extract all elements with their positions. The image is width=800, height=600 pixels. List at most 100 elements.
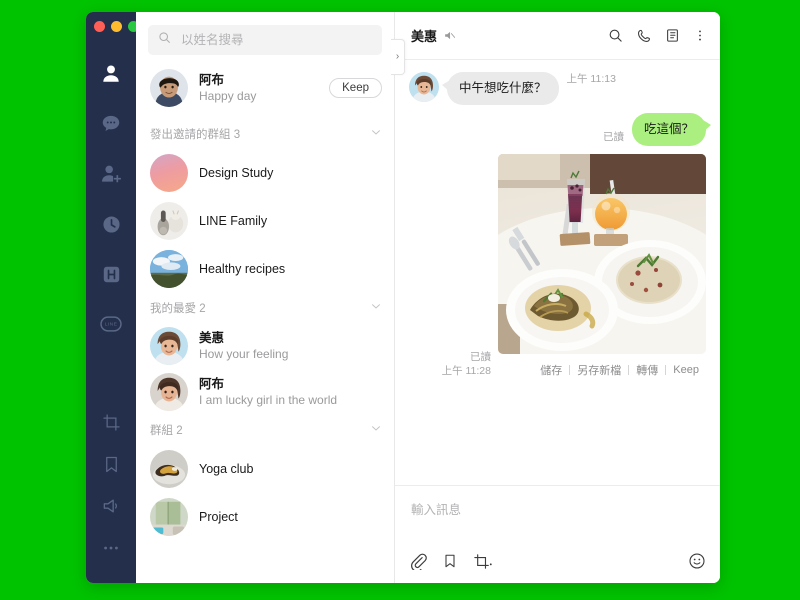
sidebar-item-friends[interactable] xyxy=(86,49,136,99)
vertical-dots-icon[interactable] xyxy=(693,28,707,43)
phone-icon[interactable] xyxy=(636,28,652,44)
list-item-status: I am lucky girl in the world xyxy=(199,392,338,407)
list-item-label: 阿布 xyxy=(199,376,225,391)
search-input[interactable] xyxy=(179,32,372,48)
chevron-down-icon xyxy=(370,421,382,439)
message-timestamp: 上午 11:13 xyxy=(567,72,616,88)
avatar[interactable] xyxy=(409,72,439,102)
sidebar-item-screenshot[interactable] xyxy=(86,401,136,443)
chat-panel: 美惠 中午想吃什麼？ 上午 11:13 已讀 吃這個？ 已讀 上午 11:28 … xyxy=(395,12,720,583)
message-row-outgoing: 已讀 吃這個？ xyxy=(409,112,712,146)
read-receipt-text: 已讀 xyxy=(470,350,491,363)
list-item-label: Healthy recipes xyxy=(199,262,286,276)
chat-search-icon[interactable] xyxy=(608,28,623,43)
timestamp-text: 上午 11:28 xyxy=(441,364,491,377)
keep-button[interactable]: Keep xyxy=(329,78,382,98)
message-input[interactable] xyxy=(409,486,706,552)
message-row-incoming: 中午想吃什麼？ 上午 11:13 xyxy=(409,72,706,105)
list-item-text: 阿布 I am lucky girl in the world xyxy=(199,376,337,409)
sidebar-item-line-service[interactable]: LINE xyxy=(86,299,136,349)
message-bubble: 中午想吃什麼？ xyxy=(442,72,559,105)
section-title: 發出邀請的群組 3 xyxy=(150,129,241,141)
friends-scroll-area[interactable]: 阿布 Happy day Keep 發出邀請的群組 3 Design Study… xyxy=(136,64,394,583)
list-item[interactable]: Project xyxy=(136,493,394,541)
sidebar-item-add-friend[interactable] xyxy=(86,149,136,199)
h-square-icon xyxy=(101,264,122,285)
image-action-forward[interactable]: 轉傳 xyxy=(629,362,665,378)
chevron-down-icon xyxy=(370,125,382,143)
chat-title: 美惠 xyxy=(411,29,438,44)
nav-rail: LINE xyxy=(86,12,139,583)
sidebar-item-more[interactable] xyxy=(86,527,136,569)
add-friend-icon xyxy=(100,163,122,185)
mute-speaker-icon xyxy=(443,29,456,42)
sidebar-item-line-today[interactable] xyxy=(86,249,136,299)
image-action-save-as[interactable]: 另存新檔 xyxy=(570,362,628,378)
clock-icon xyxy=(101,214,122,235)
image-action-keep[interactable]: Keep xyxy=(666,364,706,376)
image-message-column: 儲存 另存新檔 轉傳 Keep xyxy=(498,153,706,378)
svg-text:LINE: LINE xyxy=(105,321,118,327)
close-window-button[interactable] xyxy=(94,21,105,32)
list-item-text: 美惠 How your feeling xyxy=(199,330,288,363)
note-icon[interactable] xyxy=(665,28,680,43)
crop-icon xyxy=(102,413,121,432)
image-message-meta: 已讀 上午 11:28 xyxy=(442,350,491,378)
profile-name: 阿布 xyxy=(199,72,225,87)
avatar xyxy=(150,202,188,240)
sidebar-item-keep[interactable] xyxy=(86,443,136,485)
composer xyxy=(395,485,720,583)
profile-text: 阿布 Happy day xyxy=(199,72,318,105)
avatar xyxy=(150,327,188,365)
message-row-image: 已讀 上午 11:28 儲存 另存新檔 轉傳 Keep xyxy=(409,153,706,378)
message-list[interactable]: 中午想吃什麼？ 上午 11:13 已讀 吃這個？ 已讀 上午 11:28 儲存 … xyxy=(395,60,720,485)
message-bubble: 吃這個？ xyxy=(631,112,712,146)
avatar xyxy=(150,450,188,488)
ellipsis-icon xyxy=(101,538,121,558)
chevron-down-icon xyxy=(370,299,382,317)
nav-rail-bottom-group xyxy=(86,401,136,569)
list-item[interactable]: 阿布 I am lucky girl in the world xyxy=(136,369,394,415)
composer-tools xyxy=(409,552,706,583)
list-item[interactable]: LINE Family xyxy=(136,197,394,245)
list-item-label: Yoga club xyxy=(199,462,254,476)
section-header-groups[interactable]: 群組 2 xyxy=(136,415,394,445)
avatar xyxy=(150,250,188,288)
chat-header-actions xyxy=(608,28,707,44)
list-item-label: Project xyxy=(199,510,238,524)
list-item-label: Design Study xyxy=(199,166,274,180)
sidebar-item-chats[interactable] xyxy=(86,99,136,149)
section-header-invited-groups[interactable]: 發出邀請的群組 3 xyxy=(136,119,394,149)
person-icon xyxy=(100,63,122,85)
sidebar-item-announcements[interactable] xyxy=(86,485,136,527)
avatar xyxy=(150,498,188,536)
list-item[interactable]: 美惠 How your feeling xyxy=(136,323,394,369)
list-item[interactable]: Design Study xyxy=(136,149,394,197)
smiley-icon[interactable] xyxy=(688,552,706,570)
list-item[interactable]: Yoga club xyxy=(136,445,394,493)
paperclip-icon[interactable] xyxy=(409,552,427,570)
list-item-status: How your feeling xyxy=(199,346,289,361)
list-item[interactable]: Healthy recipes xyxy=(136,245,394,293)
search-area xyxy=(136,12,394,64)
profile-status: Happy day xyxy=(199,88,257,103)
message-photo[interactable] xyxy=(498,153,706,354)
bookmark-icon[interactable] xyxy=(442,553,458,569)
avatar xyxy=(150,69,188,107)
bookmark-icon xyxy=(102,455,121,474)
search-box[interactable] xyxy=(148,25,382,55)
section-header-favorites[interactable]: 我的最愛 2 xyxy=(136,293,394,323)
crop-icon[interactable] xyxy=(473,553,493,570)
my-profile-row[interactable]: 阿布 Happy day Keep xyxy=(136,64,394,119)
megaphone-icon xyxy=(101,496,121,516)
image-action-save[interactable]: 儲存 xyxy=(533,362,569,378)
timestamp-text: 上午 11:13 xyxy=(566,73,616,85)
sidebar-item-timeline[interactable] xyxy=(86,199,136,249)
chevron-right-icon: › xyxy=(395,51,400,62)
chat-header: 美惠 xyxy=(395,12,720,60)
collapse-panel-button[interactable]: › xyxy=(391,39,405,75)
window-controls xyxy=(86,12,139,32)
minimize-window-button[interactable] xyxy=(111,21,122,32)
nav-rail-top-group: LINE xyxy=(86,49,136,349)
section-title: 群組 2 xyxy=(150,425,183,437)
